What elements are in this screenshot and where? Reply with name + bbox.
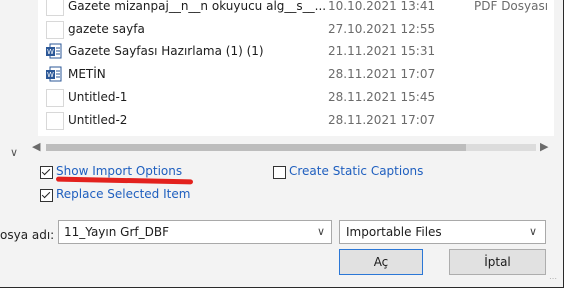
horizontal-scrollbar[interactable]: ◀ ▶ bbox=[30, 140, 554, 154]
filename-label: osya adı: bbox=[0, 228, 55, 242]
create-static-captions-label[interactable]: Create Static Captions bbox=[289, 164, 423, 178]
scroll-left-icon[interactable]: ◀ bbox=[32, 140, 40, 153]
file-date: 10.10.2021 13:41 bbox=[328, 0, 436, 13]
plain-file-icon bbox=[46, 89, 64, 107]
file-name: gazete sayfa bbox=[68, 22, 145, 36]
word-document-icon: W bbox=[46, 43, 62, 59]
open-button[interactable]: Aç bbox=[339, 249, 423, 275]
list-item[interactable]: Untitled-2 28.11.2021 17:07 bbox=[38, 110, 554, 130]
replace-selected-item-label[interactable]: Replace Selected Item bbox=[56, 187, 190, 201]
list-item[interactable]: W METİN 28.11.2021 17:07 bbox=[38, 64, 554, 84]
filename-input[interactable]: 11_Yayın Grf_DBF ∨ bbox=[58, 220, 332, 244]
file-name: Untitled-2 bbox=[68, 113, 128, 127]
list-item[interactable]: gazete sayfa 27.10.2021 12:55 bbox=[38, 19, 554, 39]
import-dialog: Gazete mizanpaj__n__n okuyucu alg__s__..… bbox=[0, 0, 564, 288]
show-import-options-label[interactable]: Show Import Options bbox=[56, 164, 182, 178]
file-date: 28.11.2021 17:07 bbox=[328, 67, 436, 81]
file-name: Untitled-1 bbox=[68, 90, 128, 104]
file-date: 27.10.2021 12:55 bbox=[328, 22, 436, 36]
file-name: Gazete Sayfası Hazırlama (1) (1) bbox=[68, 44, 264, 58]
file-date: 21.11.2021 15:31 bbox=[328, 44, 436, 58]
scroll-right-icon[interactable]: ▶ bbox=[540, 140, 548, 153]
plain-file-icon bbox=[46, 112, 64, 130]
filetype-select[interactable]: Importable Files ∨ bbox=[339, 220, 546, 244]
plain-file-icon bbox=[46, 0, 64, 16]
file-list[interactable]: Gazete mizanpaj__n__n okuyucu alg__s__..… bbox=[38, 0, 554, 136]
cancel-button[interactable]: İptal bbox=[449, 249, 546, 275]
filename-value[interactable]: 11_Yayın Grf_DBF bbox=[64, 225, 169, 239]
collapse-chevron-icon[interactable]: ∨ bbox=[10, 146, 18, 159]
resize-grip-icon[interactable]: ⋯ bbox=[549, 274, 557, 283]
chevron-down-icon[interactable]: ∨ bbox=[317, 225, 325, 238]
file-name: METİN bbox=[68, 67, 106, 81]
svg-text:W: W bbox=[47, 48, 54, 56]
word-document-icon: W bbox=[46, 66, 62, 82]
show-import-options-checkbox[interactable] bbox=[40, 166, 53, 179]
filetype-value[interactable]: Importable Files bbox=[346, 225, 442, 239]
list-item[interactable]: Untitled-1 28.11.2021 15:45 bbox=[38, 87, 554, 107]
create-static-captions-checkbox[interactable] bbox=[273, 166, 286, 179]
replace-selected-item-checkbox[interactable] bbox=[40, 189, 53, 202]
list-item[interactable]: Gazete mizanpaj__n__n okuyucu alg__s__..… bbox=[38, 0, 554, 16]
svg-text:W: W bbox=[47, 71, 54, 79]
file-type: PDF Dosyası bbox=[474, 0, 549, 13]
chevron-down-icon[interactable]: ∨ bbox=[529, 225, 537, 238]
file-date: 28.11.2021 17:07 bbox=[328, 113, 436, 127]
file-date: 28.11.2021 15:45 bbox=[328, 90, 436, 104]
scrollbar-thumb[interactable] bbox=[46, 144, 466, 151]
list-item[interactable]: W Gazete Sayfası Hazırlama (1) (1) 21.11… bbox=[38, 41, 554, 61]
file-name: Gazete mizanpaj__n__n okuyucu alg__s__..… bbox=[68, 0, 327, 13]
plain-file-icon bbox=[46, 21, 64, 39]
